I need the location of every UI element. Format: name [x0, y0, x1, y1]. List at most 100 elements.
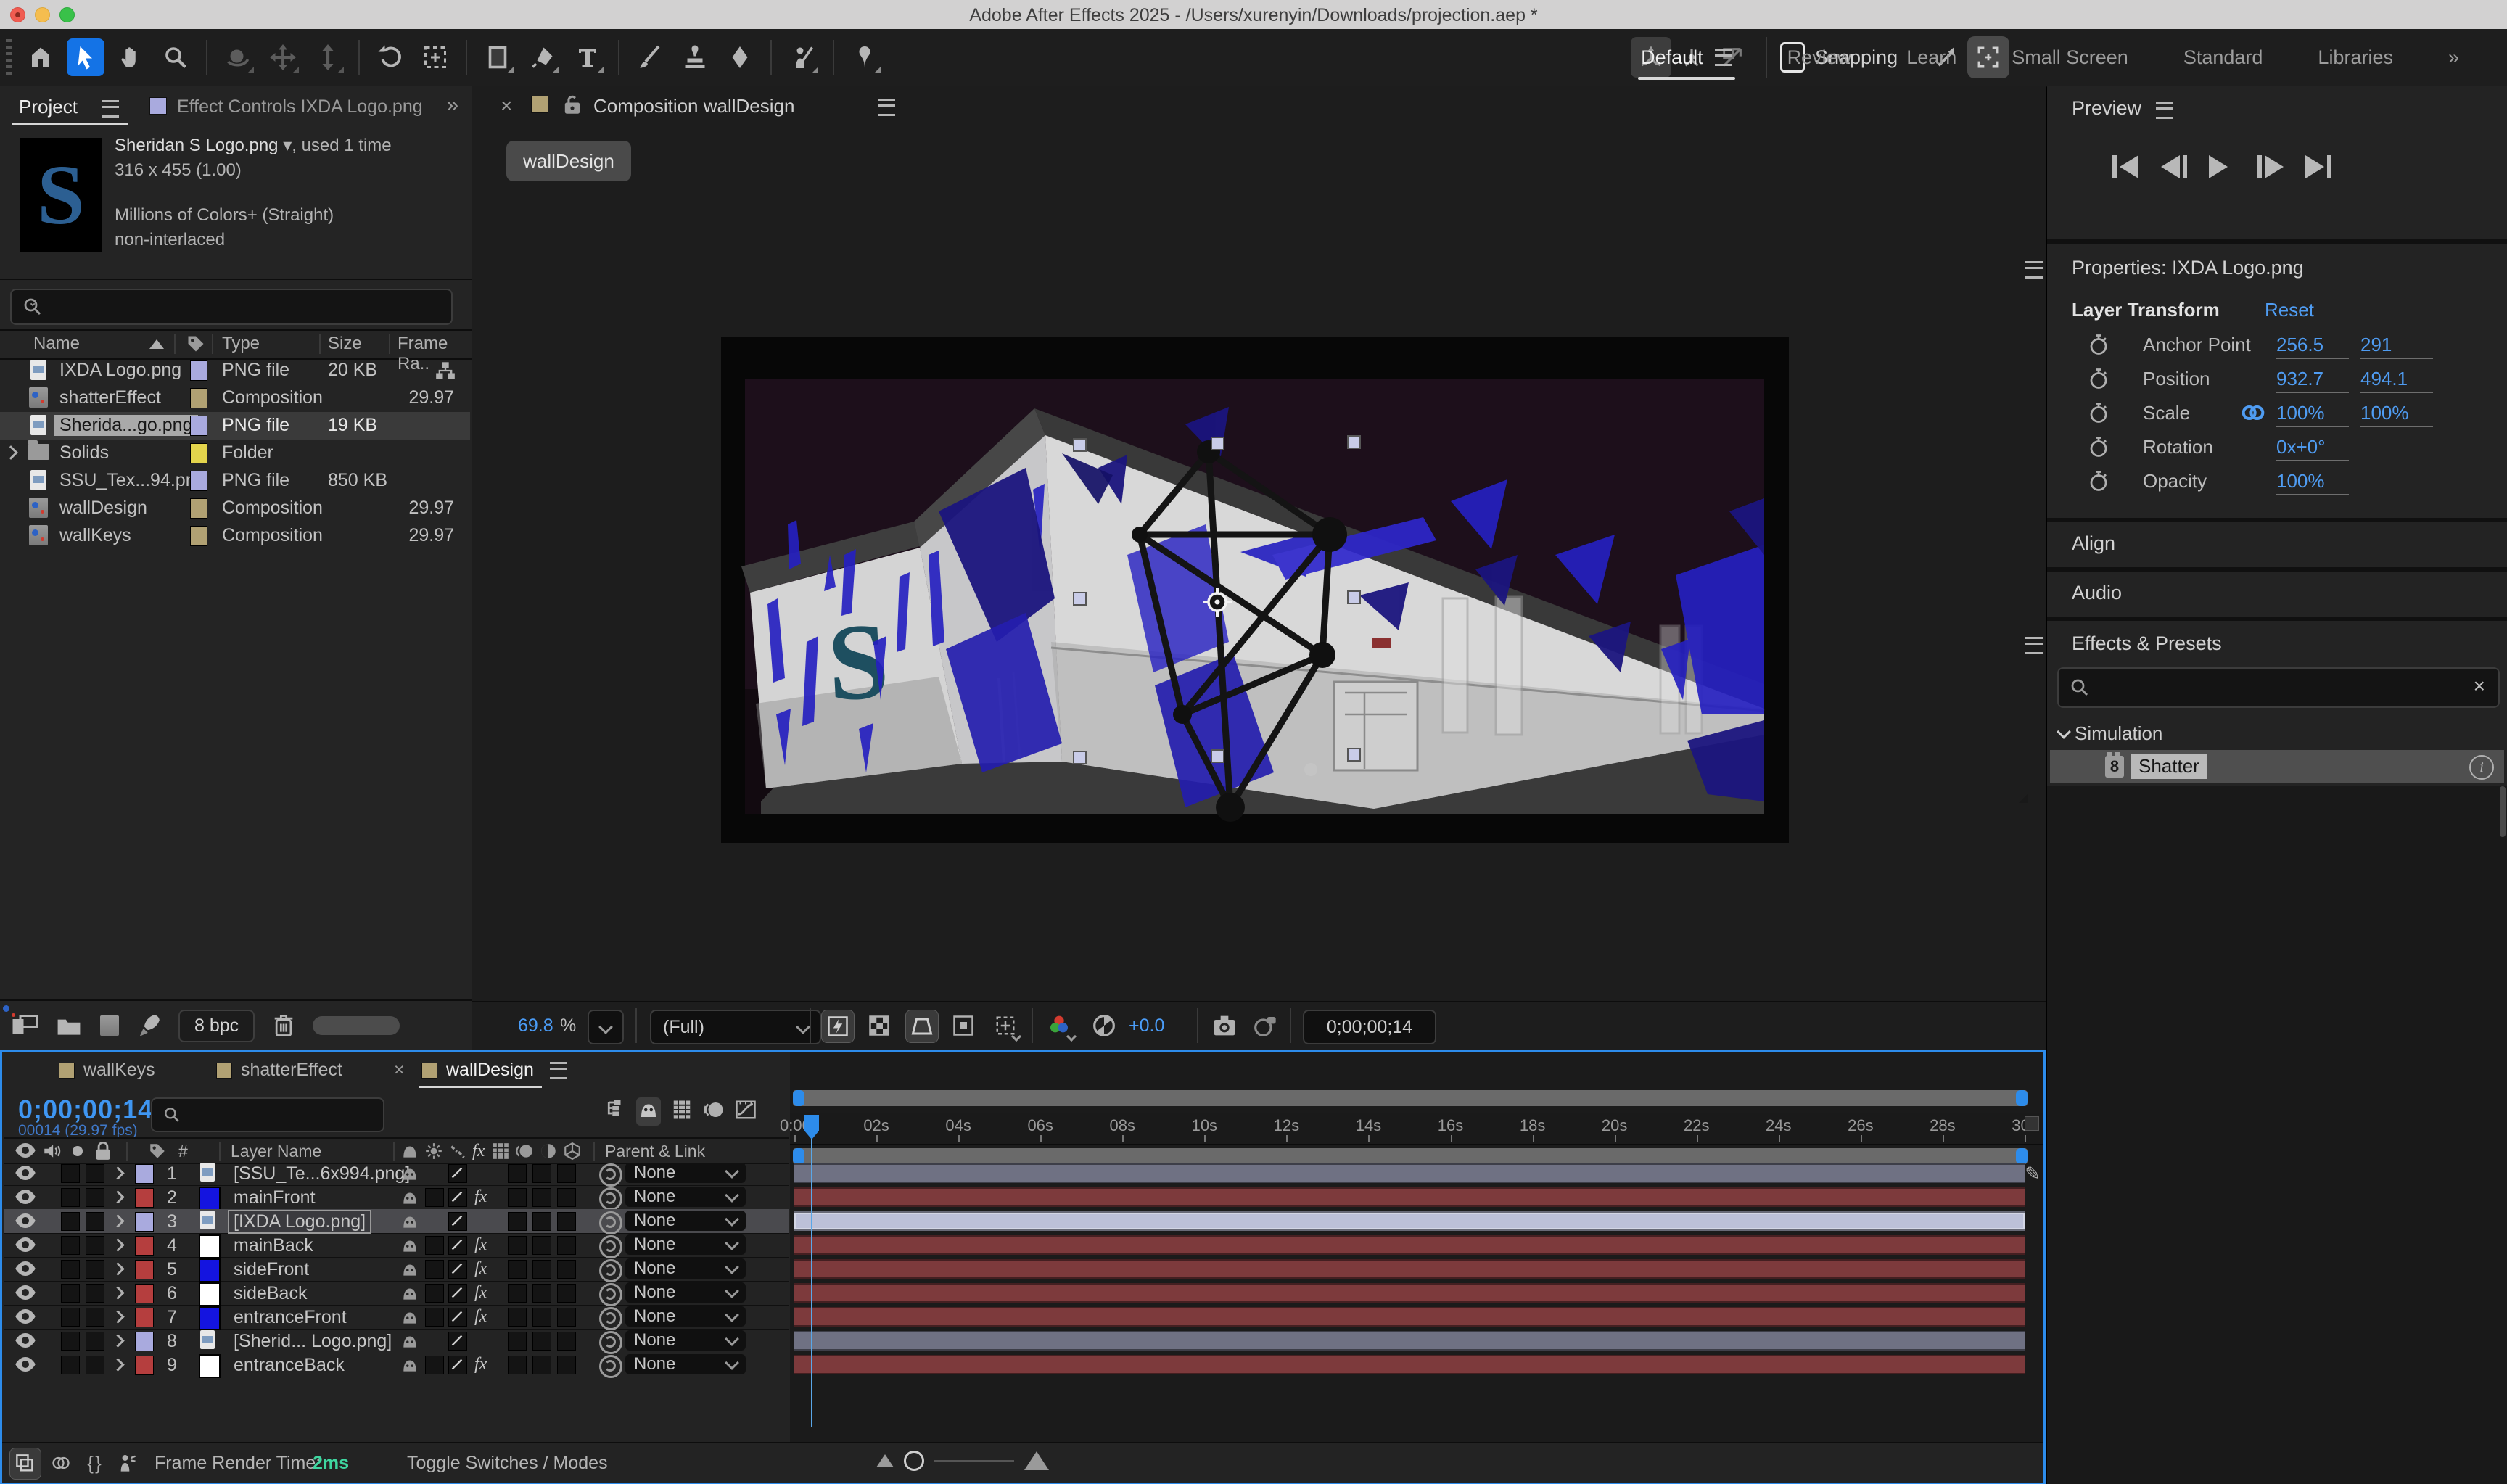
layer-expand-chevron-icon[interactable]: [111, 1238, 124, 1251]
layer-collapse-box[interactable]: [425, 1188, 444, 1207]
parent-pick-whip-icon[interactable]: [599, 1163, 622, 1187]
unlock-icon[interactable]: [563, 94, 582, 115]
layer-3d-box[interactable]: [557, 1308, 576, 1327]
layer-frame-blend-box[interactable]: [508, 1260, 527, 1279]
parent-pick-whip-icon[interactable]: [599, 1283, 622, 1306]
layer-solo-box[interactable]: [86, 1308, 104, 1327]
stopwatch-icon[interactable]: [2088, 470, 2109, 492]
layer-motion-blur-box[interactable]: [532, 1260, 551, 1279]
composition-flowchart-icon[interactable]: [604, 1099, 626, 1124]
layer-solo-box[interactable]: [86, 1164, 104, 1183]
layer-visibility-icon[interactable]: [15, 1308, 36, 1325]
work-area-bar[interactable]: [793, 1148, 2028, 1164]
property-value-x[interactable]: 932.7: [2276, 368, 2349, 393]
project-columns-header[interactable]: Name Type Size Frame Ra..: [0, 329, 472, 360]
project-panel-menu-icon[interactable]: [102, 100, 119, 118]
layer-row-6[interactable]: 6sideBackfxNone: [4, 1281, 789, 1306]
layer-name[interactable]: sideBack: [234, 1283, 307, 1304]
layer-motion-blur-box[interactable]: [532, 1356, 551, 1374]
snapshot-camera-icon[interactable]: [1209, 1010, 1240, 1042]
effects-search-input[interactable]: ×: [2057, 667, 2500, 708]
layer-label-chip[interactable]: [135, 1284, 154, 1303]
roto-brush-tool[interactable]: [783, 38, 821, 76]
column-parent-link[interactable]: Parent & Link: [605, 1142, 705, 1161]
layer-duration-bar-3[interactable]: [794, 1211, 2025, 1231]
zoom-dropdown[interactable]: [588, 1010, 624, 1044]
layer-row-5[interactable]: 5sideFrontfxNone: [4, 1257, 789, 1282]
layer-shy-icon[interactable]: [400, 1188, 419, 1207]
layer-visibility-icon[interactable]: [15, 1260, 36, 1277]
trash-icon[interactable]: [273, 1014, 294, 1037]
project-item-name[interactable]: wallKeys: [59, 525, 131, 546]
layer-collapse-box[interactable]: [425, 1236, 444, 1255]
layer-frame-blend-box[interactable]: [508, 1236, 527, 1255]
layer-name[interactable]: [Sherid... Logo.png]: [234, 1331, 392, 1352]
play-button[interactable]: [2209, 155, 2241, 181]
property-value-y[interactable]: 291: [2360, 334, 2433, 359]
layer-motion-blur-box[interactable]: [532, 1236, 551, 1255]
layer-visibility-icon[interactable]: [15, 1332, 36, 1349]
region-interest-icon[interactable]: [947, 1010, 979, 1042]
effects-scrollbar[interactable]: [2500, 786, 2506, 837]
bit-depth-button[interactable]: 8 bpc: [178, 1010, 255, 1042]
layer-visibility-icon[interactable]: [15, 1212, 36, 1229]
type-tool[interactable]: [569, 38, 606, 76]
tab-project[interactable]: Project: [19, 96, 78, 118]
layer-duration-bar-7[interactable]: [794, 1307, 2025, 1327]
layer-row-1[interactable]: 1[SSU_Te...6x994.png]None: [4, 1161, 789, 1186]
layer-row-3[interactable]: 3[IXDA Logo.png]None: [4, 1209, 789, 1234]
frame-blending-icon[interactable]: [671, 1099, 693, 1124]
layer-3d-box[interactable]: [557, 1356, 576, 1374]
layer-quality-box[interactable]: [448, 1284, 467, 1303]
preset-shatter-row[interactable]: 8 Shatter i: [2050, 750, 2504, 783]
tab-workspace-small-screen[interactable]: Small Screen: [1984, 29, 2156, 86]
fx-column-icon[interactable]: fx: [472, 1142, 485, 1161]
layer-frame-blend-box[interactable]: [508, 1212, 527, 1231]
layer-shy-icon[interactable]: [400, 1284, 419, 1303]
expand-in-out-icon[interactable]: { }: [79, 1448, 110, 1478]
label-color-chip[interactable]: [190, 360, 207, 381]
layer-visibility-icon[interactable]: [15, 1188, 36, 1205]
composition-tab-close-icon[interactable]: ×: [501, 94, 512, 118]
audio-panel-title[interactable]: Audio: [2072, 582, 2122, 604]
layer-duration-bar-6[interactable]: [794, 1283, 2025, 1303]
toggle-switches-modes-button[interactable]: Toggle Switches / Modes: [407, 1453, 608, 1474]
timeline-tab-walldesign[interactable]: wallDesign: [421, 1060, 567, 1081]
layer-duration-bar-4[interactable]: [794, 1235, 2025, 1255]
layer-shy-icon[interactable]: [400, 1164, 419, 1183]
layer-expand-chevron-icon[interactable]: [111, 1310, 124, 1323]
last-frame-button[interactable]: [2305, 155, 2337, 181]
parent-pick-whip-icon[interactable]: [599, 1307, 622, 1330]
pan-camera-tool[interactable]: [264, 38, 302, 76]
layer-expand-chevron-icon[interactable]: [111, 1262, 124, 1275]
grid-guides-icon[interactable]: [989, 1010, 1021, 1042]
layer-label-chip[interactable]: [135, 1356, 154, 1375]
motion-blur-icon[interactable]: [703, 1099, 725, 1124]
layer-expand-chevron-icon[interactable]: [111, 1214, 124, 1227]
timeline-tab-wallkeys[interactable]: wallKeys: [59, 1060, 155, 1081]
layer-fx-badge[interactable]: fx: [474, 1235, 487, 1255]
graph-editor-icon[interactable]: [735, 1099, 757, 1124]
property-value-x[interactable]: 0x+0°: [2276, 436, 2349, 461]
parent-pick-whip-icon[interactable]: [599, 1211, 622, 1234]
label-color-chip[interactable]: [190, 471, 207, 491]
layer-audio-box[interactable]: [61, 1284, 80, 1303]
layer-audio-box[interactable]: [61, 1356, 80, 1374]
parent-link-dropdown[interactable]: None: [625, 1211, 746, 1231]
layer-solo-box[interactable]: [86, 1188, 104, 1207]
layer-solo-box[interactable]: [86, 1284, 104, 1303]
layer-fx-badge[interactable]: fx: [474, 1283, 487, 1303]
layer-3d-box[interactable]: [557, 1164, 576, 1183]
layer-expand-chevron-icon[interactable]: [111, 1358, 124, 1371]
layer-frame-blend-box[interactable]: [508, 1308, 527, 1327]
effects-panel-menu-icon[interactable]: [2025, 637, 2043, 654]
layer-motion-blur-box[interactable]: [532, 1284, 551, 1303]
timeline-zoom-slider[interactable]: [876, 1451, 1049, 1471]
layer-row-2[interactable]: 2mainFrontfxNone: [4, 1185, 789, 1210]
eraser-tool[interactable]: [721, 38, 759, 76]
layer-shy-icon[interactable]: [400, 1236, 419, 1255]
fast-preview-icon[interactable]: [821, 1010, 855, 1043]
layer-3d-box[interactable]: [557, 1188, 576, 1207]
parent-link-dropdown[interactable]: None: [625, 1163, 746, 1183]
orbit-camera-tool[interactable]: [219, 38, 257, 76]
